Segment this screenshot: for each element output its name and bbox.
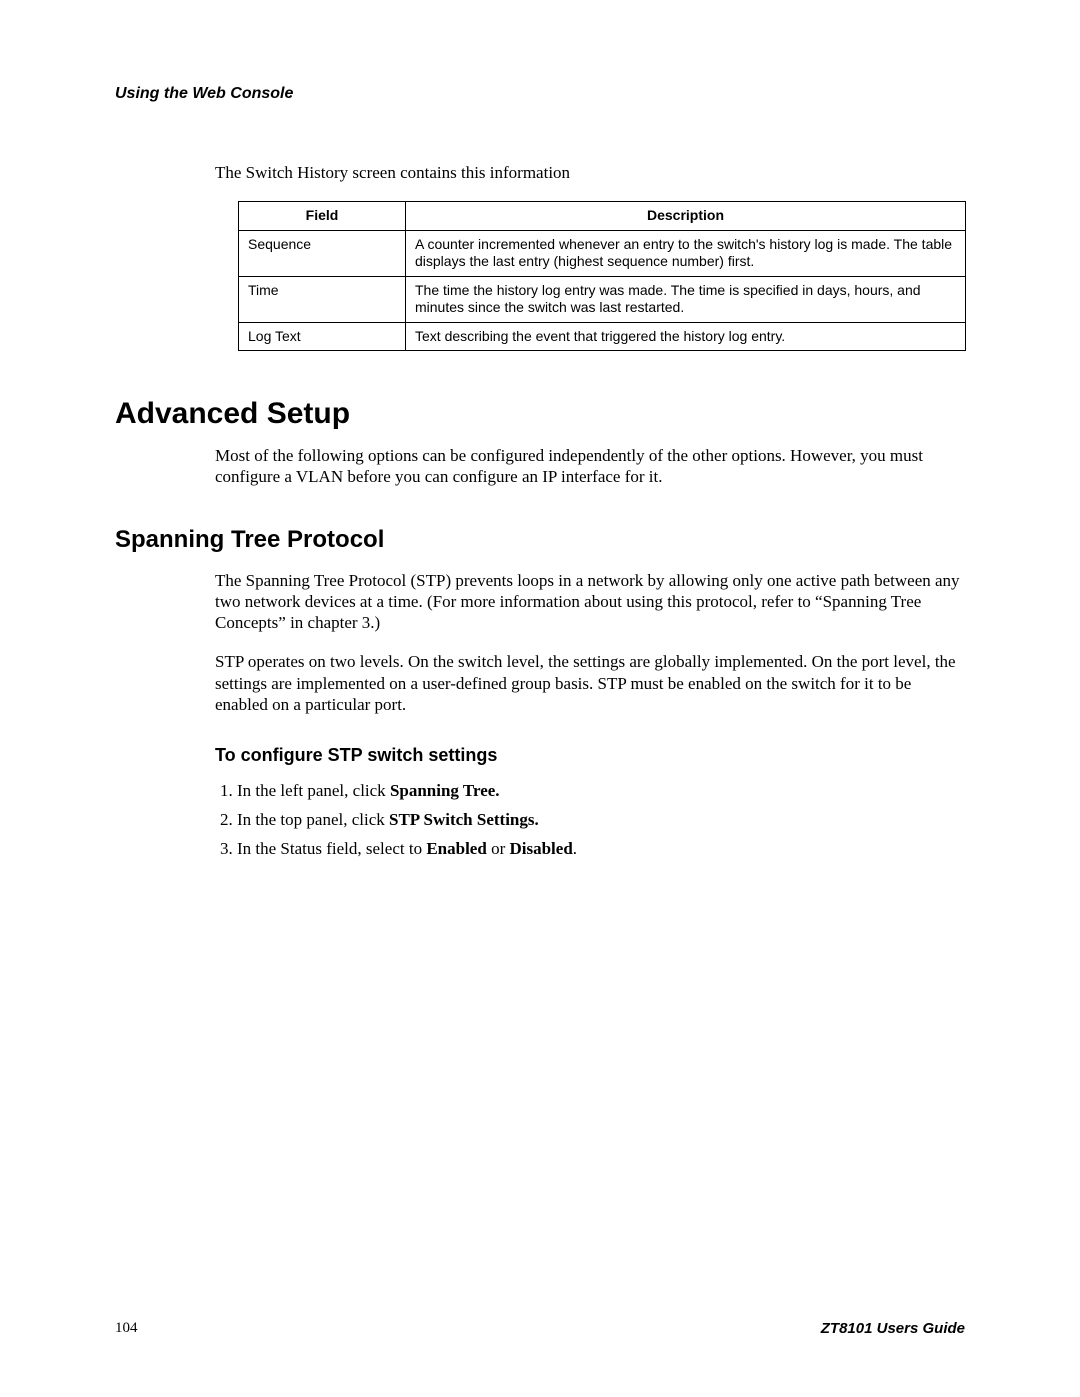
cell-desc: The time the history log entry was made.…	[406, 276, 966, 322]
paragraph: The Spanning Tree Protocol (STP) prevent…	[215, 570, 965, 634]
step-bold: Enabled	[426, 839, 486, 858]
cell-field: Sequence	[239, 230, 406, 276]
heading-advanced-setup: Advanced Setup	[115, 397, 965, 431]
page-number: 104	[115, 1320, 138, 1337]
table-row: Log Text Text describing the event that …	[239, 322, 966, 351]
list-item: In the left panel, click Spanning Tree.	[237, 780, 965, 803]
list-item: In the top panel, click STP Switch Setti…	[237, 809, 965, 832]
guide-title: ZT8101 Users Guide	[821, 1320, 965, 1337]
step-bold: Spanning Tree.	[390, 781, 500, 800]
list-item: In the Status field, select to Enabled o…	[237, 838, 965, 861]
step-bold: STP Switch Settings.	[389, 810, 539, 829]
heading-configure-stp: To configure STP switch settings	[215, 745, 965, 766]
cell-field: Log Text	[239, 322, 406, 351]
intro-text: The Switch History screen contains this …	[215, 163, 965, 183]
heading-stp: Spanning Tree Protocol	[115, 526, 965, 554]
switch-history-table: Field Description Sequence A counter inc…	[238, 201, 966, 351]
page-footer: 104 ZT8101 Users Guide	[115, 1320, 965, 1337]
steps-list: In the left panel, click Spanning Tree. …	[215, 780, 965, 861]
cell-desc: A counter incremented whenever an entry …	[406, 230, 966, 276]
step-text: In the Status field, select to	[237, 839, 426, 858]
table-row: Time The time the history log entry was …	[239, 276, 966, 322]
cell-field: Time	[239, 276, 406, 322]
step-bold: Disabled	[509, 839, 572, 858]
step-text: In the top panel, click	[237, 810, 389, 829]
running-head: Using the Web Console	[115, 85, 965, 103]
step-text: .	[573, 839, 577, 858]
col-field: Field	[239, 202, 406, 231]
table-row: Sequence A counter incremented whenever …	[239, 230, 966, 276]
page: Using the Web Console The Switch History…	[0, 0, 1080, 1397]
col-description: Description	[406, 202, 966, 231]
cell-desc: Text describing the event that triggered…	[406, 322, 966, 351]
table-header-row: Field Description	[239, 202, 966, 231]
paragraph: Most of the following options can be con…	[215, 445, 965, 488]
step-text: or	[487, 839, 510, 858]
step-text: In the left panel, click	[237, 781, 390, 800]
paragraph: STP operates on two levels. On the switc…	[215, 651, 965, 715]
